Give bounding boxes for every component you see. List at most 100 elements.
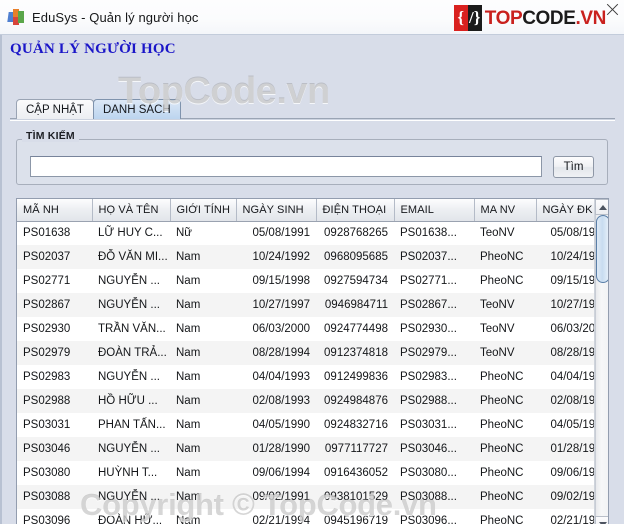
cell-dien_thoai: 0924832716 bbox=[324, 419, 388, 431]
cell-ngay_sinh: 10/27/1997 bbox=[252, 299, 310, 311]
content-pane: QUẢN LÝ NGƯỜI HỌC CẬP NHẬT DANH SÁCH TÌM… bbox=[0, 35, 624, 524]
cell-ma_nv: TeoNV bbox=[480, 227, 515, 240]
cell-ngay_sinh: 04/05/1990 bbox=[252, 419, 310, 431]
table-row[interactable]: PS02983 NGUYỄN ... Nam 04/04/1993 0912499836… bbox=[17, 365, 594, 389]
cell-ho_va_ten: ĐOÀN TRẢ... bbox=[98, 347, 167, 359]
table-body: PS01638 LỮ HUY C... Nữ 05/08/1991 0928768265… bbox=[17, 221, 594, 524]
topcode-logo-mark: { /} bbox=[453, 5, 482, 31]
cell-ma_nv: PheoNC bbox=[480, 395, 524, 407]
logo-text-code: CODE bbox=[522, 7, 576, 29]
column-header-ma_nh[interactable]: MÃ NH bbox=[17, 199, 93, 222]
cell-email: PS02930... bbox=[400, 323, 457, 335]
cell-ma_nh: PS02771 bbox=[23, 275, 71, 287]
column-header-ngay_dk[interactable]: NGÀY ĐK bbox=[536, 199, 594, 222]
table-row[interactable]: PS02988 HỒ HỮU ... Nam 02/08/1993 0924984876… bbox=[17, 389, 594, 413]
cell-ma_nh: PS02988 bbox=[23, 395, 71, 407]
column-header-gioi_tinh[interactable]: GIỚI TÍNH bbox=[170, 199, 237, 222]
window-title: EduSys - Quản lý người học bbox=[32, 9, 199, 25]
scroll-up-arrow-icon[interactable] bbox=[595, 199, 608, 215]
cell-ngay_sinh: 06/03/2000 bbox=[252, 323, 310, 335]
tab-strip: CẬP NHẬT DANH SÁCH bbox=[16, 97, 181, 119]
cell-ngay_sinh: 08/28/1994 bbox=[252, 347, 310, 359]
table-row[interactable]: PS02037 ĐỖ VĂN MI... Nam 10/24/1992 09680956… bbox=[17, 245, 594, 269]
table-row[interactable]: PS03088 NGUYỄN ... Nam 09/02/1991 0938101529… bbox=[17, 485, 594, 509]
cell-ma_nv: TeoNV bbox=[480, 323, 515, 335]
cell-ngay_sinh: 02/21/1994 bbox=[252, 515, 310, 524]
cell-email: PS02983... bbox=[400, 371, 457, 383]
cell-ngay_dk: 10/27/1997 bbox=[550, 299, 594, 311]
cell-ngay_dk: 10/24/1992 bbox=[550, 251, 594, 263]
column-header-ngay_sinh[interactable]: NGÀY SINH bbox=[236, 199, 317, 222]
logo-mark-right: /} bbox=[467, 5, 482, 31]
tab-cap-nhat[interactable]: CẬP NHẬT bbox=[16, 99, 94, 119]
cell-email: PS03046... bbox=[400, 443, 457, 455]
table-row[interactable]: PS03096 ĐOÀN HỮ... Nam 02/21/1994 0945196719… bbox=[17, 509, 594, 524]
cell-ma_nv: PheoNC bbox=[480, 419, 524, 431]
cell-ma_nh: PS02867 bbox=[23, 299, 71, 311]
table-row[interactable]: PS02930 TRẦN VĂN... Nam 06/03/2000 092477449… bbox=[17, 317, 594, 341]
logo-mark-left: { bbox=[453, 5, 468, 31]
cell-dien_thoai: 0924774498 bbox=[324, 323, 388, 335]
scrollbar-thumb[interactable] bbox=[596, 215, 608, 283]
cell-email: PS02979... bbox=[400, 347, 457, 359]
cell-ngay_dk: 09/02/1991 bbox=[550, 491, 594, 503]
cell-ho_va_ten: NGUYỄN ... bbox=[98, 299, 160, 311]
cell-gioi_tinh: Nam bbox=[176, 323, 201, 335]
cell-dien_thoai: 0912374818 bbox=[324, 347, 388, 359]
cell-ngay_dk: 01/28/1990 bbox=[550, 443, 594, 455]
table-vertical-scrollbar[interactable] bbox=[594, 199, 608, 524]
table-row[interactable]: PS03046 NGUYỄN ... Nam 01/28/1990 0977117727… bbox=[17, 437, 594, 461]
cell-ngay_sinh: 09/15/1998 bbox=[252, 275, 310, 287]
table-row[interactable]: PS01638 LỮ HUY C... Nữ 05/08/1991 0928768265… bbox=[17, 221, 594, 245]
cell-ho_va_ten: HUỲNH T... bbox=[98, 467, 158, 479]
cell-dien_thoai: 0968095685 bbox=[324, 251, 388, 263]
cell-dien_thoai: 0977117727 bbox=[324, 443, 388, 455]
close-icon[interactable] bbox=[604, 2, 620, 18]
cell-ma_nh: PS03088 bbox=[23, 491, 71, 503]
cell-ma_nv: PheoNC bbox=[480, 275, 524, 287]
students-table-element: MÃ NH HỌ VÀ TÊN GIỚI TÍNH NGÀY SINH ĐIỆN THO… bbox=[17, 199, 594, 524]
cell-gioi_tinh: Nam bbox=[176, 299, 201, 311]
cell-ho_va_ten: ĐOÀN HỮ... bbox=[98, 515, 163, 524]
cell-ho_va_ten: TRẦN VĂN... bbox=[98, 323, 166, 335]
cell-dien_thoai: 0927594734 bbox=[324, 275, 388, 287]
cell-ngay_sinh: 10/24/1992 bbox=[252, 251, 310, 263]
column-header-email[interactable]: EMAIL bbox=[394, 199, 475, 222]
cell-ngay_dk: 09/15/1998 bbox=[550, 275, 594, 287]
table-row[interactable]: PS02771 NGUYỄN ... Nam 09/15/1998 0927594734… bbox=[17, 269, 594, 293]
cell-ho_va_ten: NGUYỄN ... bbox=[98, 275, 160, 287]
column-header-ma_nv[interactable]: MA NV bbox=[474, 199, 537, 222]
cell-dien_thoai: 0938101529 bbox=[324, 491, 388, 503]
cell-email: PS03088... bbox=[400, 491, 457, 503]
logo-text-top: TOP bbox=[484, 7, 523, 29]
search-input[interactable] bbox=[30, 156, 542, 177]
tab-danh-sach-label: DANH SÁCH bbox=[102, 103, 171, 116]
cell-ma_nh: PS02979 bbox=[23, 347, 71, 359]
application-window: EduSys - Quản lý người học { /} TOPCODE.… bbox=[0, 0, 624, 524]
cell-ho_va_ten: NGUYỄN ... bbox=[98, 491, 160, 503]
cell-email: PS03096... bbox=[400, 515, 457, 524]
table-row[interactable]: PS02867 NGUYỄN ... Nam 10/27/1997 0946984711… bbox=[17, 293, 594, 317]
logo-text-vn: .VN bbox=[575, 7, 607, 29]
cell-email: PS03080... bbox=[400, 467, 457, 479]
table-row[interactable]: PS03031 PHAN TẤN... Nam 04/05/1990 092483271… bbox=[17, 413, 594, 437]
tab-danh-sach[interactable]: DANH SÁCH bbox=[92, 99, 181, 119]
cell-email: PS01638... bbox=[400, 227, 457, 240]
cell-gioi_tinh: Nam bbox=[176, 251, 201, 263]
cell-ngay_dk: 08/28/1994 bbox=[550, 347, 594, 359]
cell-ma_nv: PheoNC bbox=[480, 467, 524, 479]
table-row[interactable]: PS02979 ĐOÀN TRẢ... Nam 08/28/1994 091237481… bbox=[17, 341, 594, 365]
scrollbar-track[interactable] bbox=[595, 215, 608, 516]
cell-email: PS02037... bbox=[400, 251, 457, 263]
column-header-dien_thoai[interactable]: ĐIỆN THOẠI bbox=[316, 199, 395, 222]
column-header-ho_va_ten[interactable]: HỌ VÀ TÊN bbox=[92, 199, 171, 222]
table-row[interactable]: PS03080 HUỲNH T... Nam 09/06/1994 0916436052… bbox=[17, 461, 594, 485]
page-title: QUẢN LÝ NGƯỜI HỌC bbox=[10, 41, 176, 57]
cell-gioi_tinh: Nam bbox=[176, 443, 201, 455]
scroll-down-arrow-icon[interactable] bbox=[595, 516, 608, 524]
cell-ma_nh: PS01638 bbox=[23, 227, 71, 240]
search-button[interactable]: Tìm bbox=[553, 156, 594, 178]
topcode-logo: { /} TOPCODE.VN bbox=[453, 5, 607, 31]
cell-ngay_dk: 06/03/2000 bbox=[550, 323, 594, 335]
topcode-logo-text: TOPCODE.VN bbox=[484, 7, 607, 29]
